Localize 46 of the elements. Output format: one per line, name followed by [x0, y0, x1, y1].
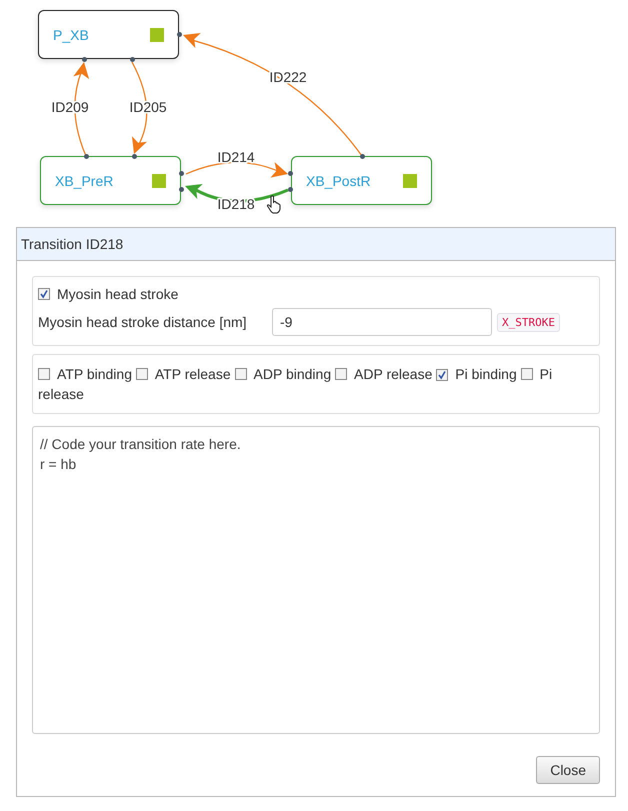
- port-dot: [84, 154, 89, 159]
- variable-tag: X_STROKE: [497, 312, 560, 332]
- checkbox[interactable]: [38, 368, 50, 380]
- checkbox-label: ADP: [254, 366, 282, 382]
- state-label: XB_PreR: [55, 172, 114, 188]
- checkbox-label: Pi: [540, 366, 552, 382]
- checkbox-label: Pi: [455, 366, 468, 382]
- square-icon: [152, 174, 166, 188]
- checkbox[interactable]: [136, 368, 148, 380]
- dialog-title: Transition ID218: [17, 228, 615, 261]
- port-dot: [288, 171, 293, 176]
- port-dot: [288, 187, 293, 192]
- checkbox-label: ATP: [154, 366, 181, 382]
- checkbox-label: Myosin head stroke: [57, 286, 178, 302]
- checkbox-label: release: [38, 386, 84, 402]
- hand-pointer-icon: [266, 195, 282, 214]
- state-label: XB_PostR: [306, 172, 371, 188]
- checkbox-label: release: [184, 366, 231, 382]
- port-dot: [130, 57, 135, 62]
- checkbox[interactable]: [436, 369, 448, 381]
- checkbox-label: binding: [86, 366, 132, 382]
- checkbox-label: binding: [286, 366, 332, 382]
- port-dot: [177, 32, 182, 37]
- code-editor[interactable]: // Code your transition rate here. r = hb: [32, 426, 600, 734]
- distance-field[interactable]: -9: [272, 308, 492, 336]
- state-label: P_XB: [53, 26, 89, 42]
- port-dot: [179, 171, 184, 176]
- checkbox-label: release: [386, 366, 432, 382]
- code-line: // Code your transition rate here.: [40, 435, 242, 454]
- checkbox[interactable]: [38, 288, 50, 300]
- square-icon: [403, 174, 417, 188]
- square-icon: [150, 28, 164, 42]
- port-dot: [360, 154, 365, 159]
- port-dot: [132, 154, 137, 159]
- checkbox[interactable]: [335, 368, 347, 380]
- transition-label: ID214: [217, 149, 255, 165]
- checkbox[interactable]: [234, 368, 247, 380]
- checkbox-label: ATP: [57, 366, 83, 382]
- port-dot: [179, 187, 184, 192]
- checkbox-label: ADP: [354, 366, 383, 382]
- close-button[interactable]: Close: [536, 756, 600, 784]
- port-dot: [82, 57, 87, 62]
- checkbox[interactable]: [520, 368, 533, 380]
- field-label: Myosin head stroke distance [nm]: [38, 314, 248, 330]
- checkbox-label: binding: [472, 366, 517, 382]
- code-line: r = hb: [40, 455, 78, 474]
